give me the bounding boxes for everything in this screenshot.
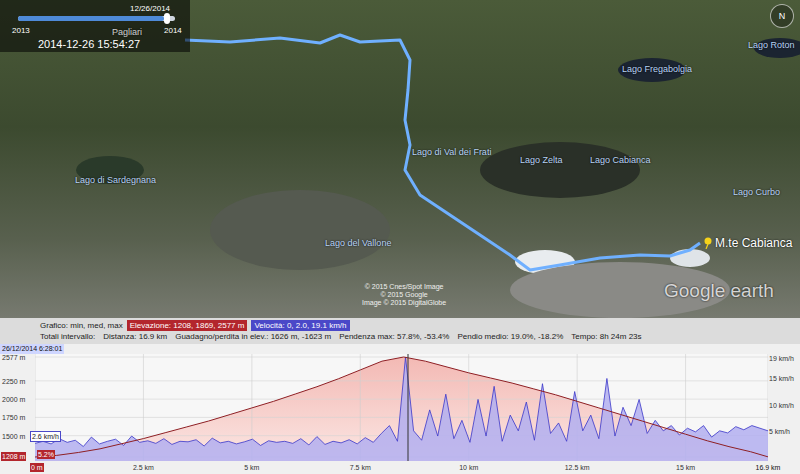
elevation-tick: 1750 m — [2, 413, 25, 422]
totals-row: Totali intervallo: Distanza: 16.9 km Guada… — [40, 331, 796, 342]
distance-tick: 2.5 km — [133, 463, 154, 472]
elevation-summary[interactable]: Elevazione: 1208, 1869, 2577 m — [127, 320, 248, 331]
time-slider-end: 2014 — [164, 26, 182, 36]
cursor-time-row: 26/12/2014 6:28:01 — [0, 344, 800, 354]
speed-area — [35, 357, 768, 461]
cursor-time: 26/12/2014 6:28:01 — [0, 344, 64, 354]
imagery-credits: © 2015 Cnes/Spot Image© 2015 GoogleImage… — [362, 283, 446, 307]
time-slider[interactable] — [18, 16, 175, 21]
map-label[interactable]: Lago Zelta — [520, 155, 563, 166]
total-item: Distanza: 16.9 km — [103, 331, 167, 342]
cursor-speed: 2.6 km/h — [30, 431, 61, 442]
speed-line — [35, 357, 768, 447]
distance-axis: 0 m2.5 km5 km7.5 km10 km12.5 km15 km16.9… — [35, 461, 768, 474]
distance-tick: 0 m — [30, 463, 44, 472]
map-label[interactable]: Lago del Vallone — [325, 238, 391, 249]
distance-tick: 15 km — [676, 463, 695, 472]
elevation-line — [35, 357, 768, 457]
speed-summary[interactable]: Velocità: 0, 2.0, 19.1 km/h — [251, 320, 349, 331]
cursor-slope: 5.2% — [37, 450, 55, 459]
speed-tick: 15 km/h — [769, 374, 794, 383]
google-earth-logo: Google earth — [664, 280, 774, 302]
speed-axis: 19 km/h 15 km/h 10 km/h 5 km/h — [768, 354, 800, 461]
speed-tick: 19 km/h — [769, 354, 794, 363]
cursor-line[interactable] — [408, 354, 409, 461]
total-item: Pendenza max: 57.8%, -53.4% — [339, 331, 449, 342]
profile-plot[interactable] — [35, 354, 768, 461]
speed-tick: 10 km/h — [769, 401, 794, 410]
distance-tick: 5 km — [244, 463, 259, 472]
map-label[interactable]: Pagliari — [112, 27, 142, 38]
time-slider-start: 2013 — [12, 26, 30, 36]
elevation-tick: 2250 m — [2, 377, 25, 386]
elevation-profile[interactable]: 26/12/2014 6:28:012577 m 2250 m 2000 m 1750… — [0, 344, 800, 474]
map-label[interactable]: Lago Fregabolgia — [622, 64, 692, 75]
total-item: Guadagno/perdita in elev.: 1626 m, -1623… — [175, 331, 331, 342]
time-slider-date: 12/26/2014 — [130, 4, 170, 14]
total-item: Pendio medio: 19.0%, -18.2% — [457, 331, 563, 342]
speed-tick: 5 km/h — [769, 427, 790, 436]
elevation-tick: 2000 m — [2, 395, 25, 404]
elevation-axis: 2577 m 2250 m 2000 m 1750 m 1500 m 1208 m — [0, 354, 35, 461]
distance-tick: 10 km — [459, 463, 478, 472]
credit-line: © 2015 Cnes/Spot Image — [365, 283, 444, 291]
credit-line: Image © 2015 DigitalGlobe — [362, 299, 446, 307]
total-item: Tempo: 8h 24m 23s — [571, 331, 641, 342]
time-slider-fill — [18, 16, 164, 21]
time-slider-panel: 12/26/2014 2013 2014 2014-12-26 15:54:27 — [0, 0, 190, 52]
elevation-area — [35, 357, 768, 461]
pushpin-icon — [703, 237, 713, 249]
map-label[interactable]: Lago Curbo — [733, 187, 780, 198]
timestamp: 2014-12-26 15:54:27 — [38, 38, 140, 51]
map-label[interactable]: Lago di Val dei Frati — [412, 147, 491, 158]
header-row: Grafico: min, med, max Elevazione: 1208, … — [40, 320, 796, 331]
map-label[interactable]: Lago di Sardegnana — [75, 175, 156, 186]
credit-line: © 2015 Google — [380, 291, 427, 299]
elevation-tick: 1208 m — [1, 452, 26, 461]
elevation-tick: 1500 m — [2, 432, 25, 441]
compass-label: N — [779, 11, 786, 21]
profile-header: Grafico: min, med, max Elevazione: 1208, … — [0, 318, 800, 344]
map-view[interactable]: 12/26/2014 2013 2014 2014-12-26 15:54:27 N Pa… — [0, 0, 800, 318]
distance-tick: 7.5 km — [350, 463, 371, 472]
peak-label[interactable]: M.te Cabianca — [703, 236, 792, 250]
map-label[interactable]: Lago Roton — [748, 40, 795, 51]
graph-mode[interactable]: Grafico: min, med, max — [40, 320, 123, 331]
compass[interactable]: N — [770, 4, 794, 28]
google-earth-window: 12/26/2014 2013 2014 2014-12-26 15:54:27 N Pa… — [0, 0, 800, 474]
time-slider-thumb[interactable] — [164, 13, 170, 24]
map-label[interactable]: Lago Cabianca — [590, 155, 651, 166]
distance-tick: 12.5 km — [565, 463, 590, 472]
plot-row: 2577 m 2250 m 2000 m 1750 m 1500 m 1208 m 19 k… — [0, 354, 800, 461]
elevation-tick: 2577 m — [2, 353, 25, 362]
total-item: Totali intervallo: — [40, 331, 95, 342]
distance-tick: 16.9 km — [756, 463, 781, 472]
